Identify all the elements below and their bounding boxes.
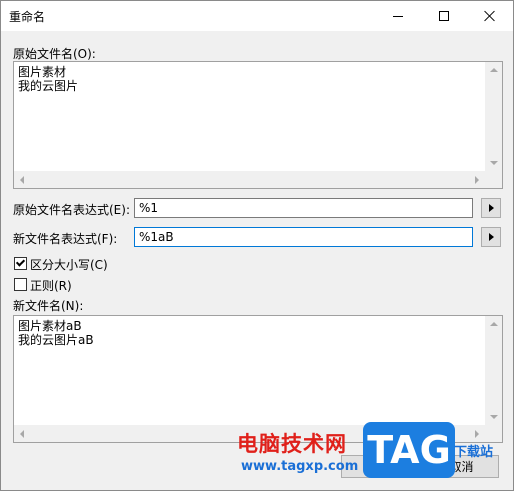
list-item: 图片素材 xyxy=(18,65,67,79)
vertical-scrollbar[interactable] xyxy=(485,62,502,171)
original-names-label: 原始文件名(O): xyxy=(13,47,96,61)
new-expr-input[interactable]: %1aB xyxy=(134,227,473,247)
regex-checkbox[interactable] xyxy=(14,278,27,291)
watermark-site-name: 电脑技术网 xyxy=(237,432,347,456)
original-expr-menu-button[interactable] xyxy=(481,198,501,218)
close-icon xyxy=(484,10,496,22)
new-expr-menu-button[interactable] xyxy=(481,227,501,247)
minimize-icon xyxy=(393,15,403,17)
maximize-button[interactable] xyxy=(421,1,467,31)
close-button[interactable] xyxy=(467,1,513,31)
rename-dialog: 重命名 原始文件名(O): 图片素材 我的云图片 原始文件名表达式(E): %1… xyxy=(0,0,514,491)
original-names-list[interactable]: 图片素材 我的云图片 xyxy=(13,61,503,189)
watermark-logo: TAG xyxy=(363,422,455,478)
scroll-left-icon[interactable] xyxy=(20,430,24,438)
scroll-down-icon[interactable] xyxy=(490,415,498,419)
play-right-icon xyxy=(489,233,494,241)
scroll-down-icon[interactable] xyxy=(490,161,498,165)
scroll-corner xyxy=(485,171,502,188)
play-right-icon xyxy=(489,204,494,212)
scroll-up-icon[interactable] xyxy=(490,68,498,72)
maximize-icon xyxy=(439,11,449,21)
scroll-right-icon[interactable] xyxy=(475,430,479,438)
new-names-label: 新文件名(N): xyxy=(13,299,84,313)
scroll-right-icon[interactable] xyxy=(475,176,479,184)
checkmark-icon xyxy=(15,257,26,267)
watermark-url: www.tagxp.com xyxy=(241,459,359,474)
case-sensitive-label[interactable]: 区分大小写(C) xyxy=(30,256,108,273)
horizontal-scrollbar[interactable] xyxy=(14,171,485,188)
scroll-corner xyxy=(485,425,502,442)
watermark-side-text: 下载站 xyxy=(454,445,494,460)
minimize-button[interactable] xyxy=(375,1,421,31)
list-item: 图片素材aB xyxy=(18,319,82,333)
original-expr-label: 原始文件名表达式(E): xyxy=(13,203,130,217)
vertical-scrollbar[interactable] xyxy=(485,316,502,425)
title-bar: 重命名 xyxy=(1,1,513,31)
case-sensitive-checkbox[interactable] xyxy=(14,257,27,270)
original-expr-input[interactable]: %1 xyxy=(134,198,473,218)
regex-label[interactable]: 正则(R) xyxy=(30,277,72,294)
list-item: 我的云图片aB xyxy=(18,333,94,347)
scroll-left-icon[interactable] xyxy=(20,176,24,184)
window-title: 重命名 xyxy=(9,10,46,24)
list-item: 我的云图片 xyxy=(18,79,79,93)
scroll-up-icon[interactable] xyxy=(490,322,498,326)
new-expr-label: 新文件名表达式(F): xyxy=(13,232,118,246)
